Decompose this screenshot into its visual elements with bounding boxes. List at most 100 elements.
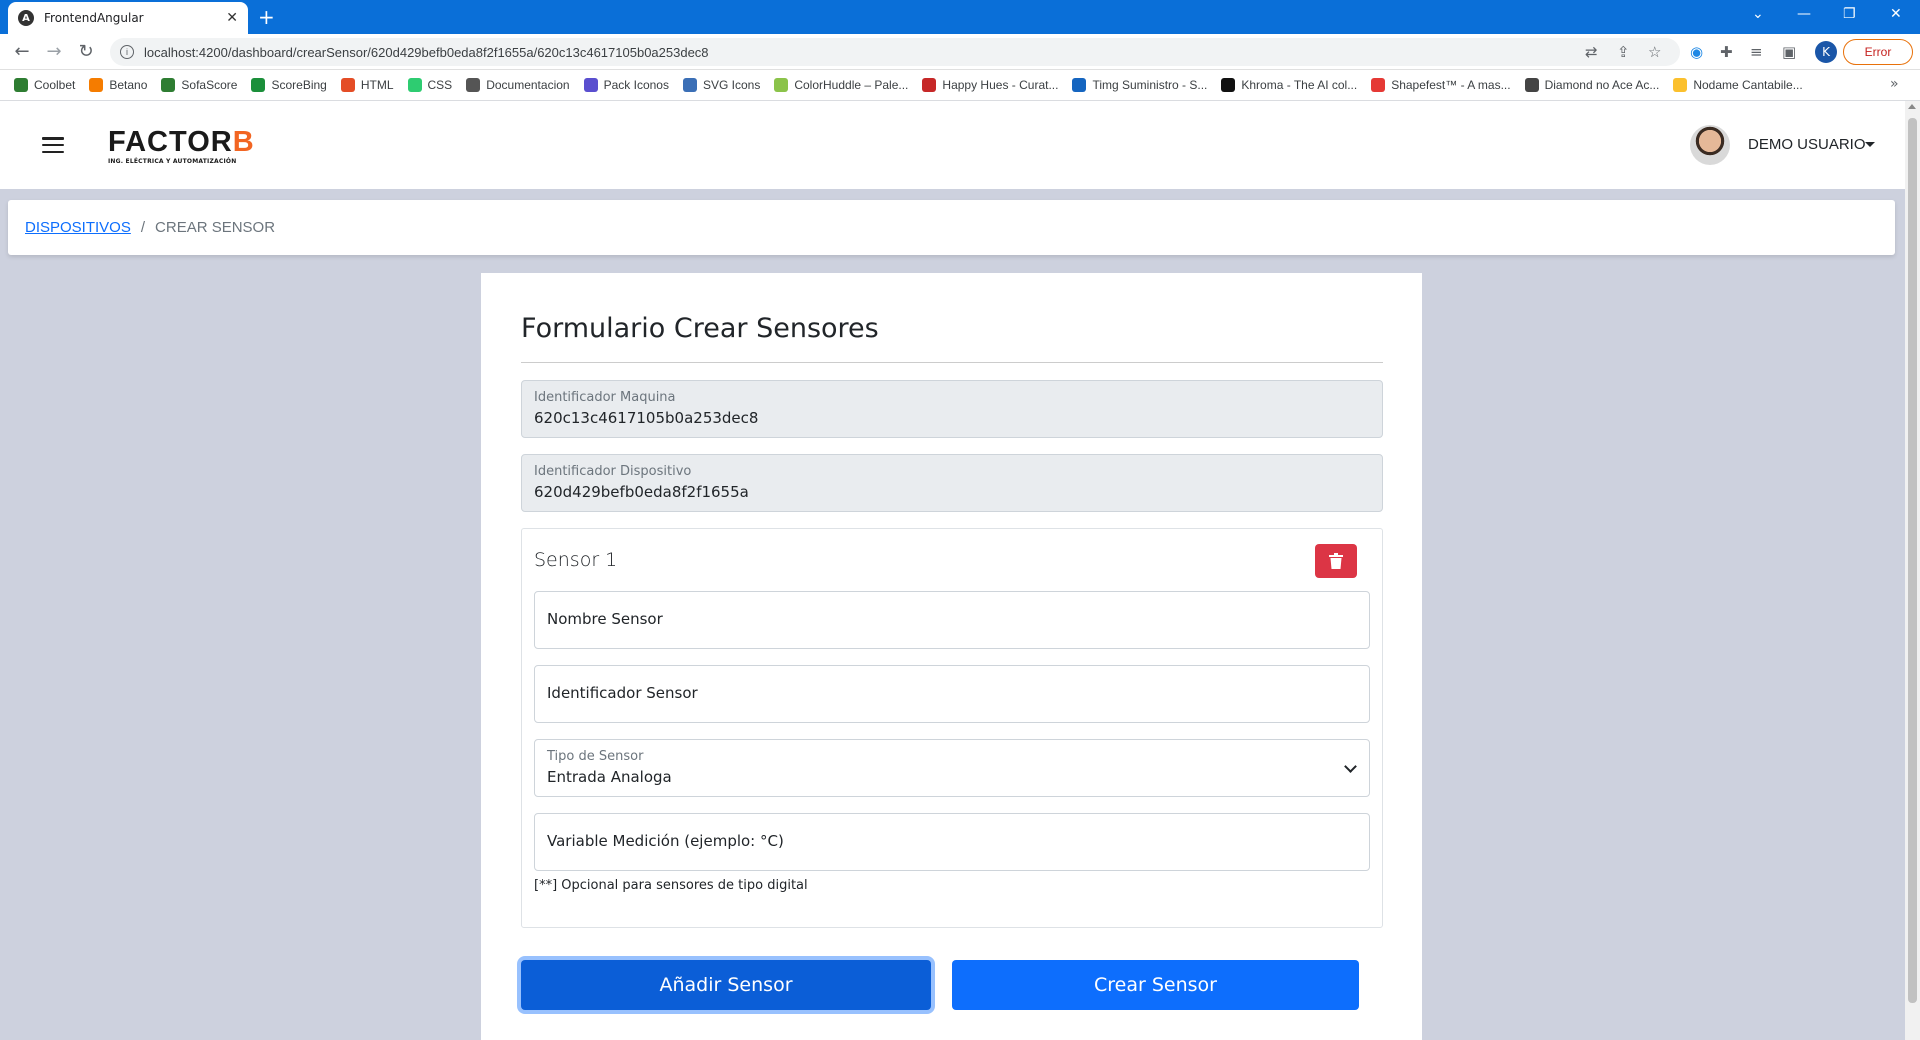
bookmark-label: Documentacion bbox=[486, 78, 570, 92]
bookmark-item[interactable]: Khroma - The AI col... bbox=[1221, 78, 1357, 92]
breadcrumb: DISPOSITIVOS / CREAR SENSOR bbox=[8, 200, 1895, 255]
bookmark-item[interactable]: HTML bbox=[340, 78, 394, 92]
delete-sensor-button[interactable] bbox=[1315, 544, 1357, 578]
translate-icon[interactable]: ⇄ bbox=[1585, 43, 1598, 61]
bookmark-label: Nodame Cantabile... bbox=[1693, 78, 1803, 92]
bookmark-item[interactable]: Pack Iconos bbox=[583, 78, 669, 92]
scrollbar-thumb[interactable] bbox=[1908, 118, 1917, 1003]
bookmark-label: Happy Hues - Curat... bbox=[942, 78, 1059, 92]
sensor-id-input[interactable]: Identificador Sensor bbox=[534, 665, 1370, 723]
bookmark-favicon-icon bbox=[774, 78, 789, 92]
bookmark-favicon-icon bbox=[583, 78, 598, 92]
tab-title: FrontendAngular bbox=[44, 11, 144, 25]
bookmark-label: Diamond no Ace Ac... bbox=[1544, 78, 1660, 92]
breadcrumb-separator: / bbox=[140, 219, 146, 236]
bookmark-label: HTML bbox=[360, 78, 394, 92]
user-avatar[interactable] bbox=[1690, 125, 1730, 165]
menu-icon[interactable] bbox=[42, 137, 64, 153]
bookmark-favicon-icon bbox=[89, 78, 104, 92]
device-id-value: 620d429befb0eda8f2f1655a bbox=[534, 483, 749, 501]
extension-icon[interactable]: ◉ bbox=[1690, 43, 1703, 61]
share-icon[interactable]: ⇪ bbox=[1617, 43, 1630, 61]
back-icon[interactable]: ← bbox=[10, 41, 34, 62]
bookmark-star-icon[interactable]: ☆ bbox=[1648, 43, 1661, 61]
bookmark-favicon-icon bbox=[1524, 78, 1539, 92]
bookmark-label: Khroma - The AI col... bbox=[1241, 78, 1358, 92]
browser-tab[interactable]: A FrontendAngular ✕ bbox=[8, 2, 248, 34]
sensor-group: Sensor 1 Nombre Sensor Identificador Sen… bbox=[521, 528, 1383, 928]
machine-id-value: 620c13c4617105b0a253dec8 bbox=[534, 409, 759, 427]
address-bar[interactable]: i localhost:4200/dashboard/crearSensor/6… bbox=[110, 38, 1680, 66]
sensor-type-value: Entrada Analoga bbox=[547, 768, 672, 786]
trash-icon bbox=[1329, 553, 1343, 569]
extensions-puzzle-icon[interactable]: ✚ bbox=[1720, 43, 1733, 61]
title-divider bbox=[521, 362, 1383, 363]
browser-toolbar: ← → ↻ i localhost:4200/dashboard/crearSe… bbox=[0, 34, 1920, 70]
close-tab-icon[interactable]: ✕ bbox=[226, 10, 238, 26]
bookmark-item[interactable]: SofaScore bbox=[161, 78, 237, 92]
sensor-name-input[interactable]: Nombre Sensor bbox=[534, 591, 1370, 649]
sensor-id-placeholder: Identificador Sensor bbox=[547, 684, 698, 702]
form-card: Formulario Crear Sensores Identificador … bbox=[481, 273, 1422, 1040]
app-header: FACTORB ING. ELÉCTRICA Y AUTOMATIZACIÓN … bbox=[0, 101, 1905, 189]
machine-id-field[interactable]: Identificador Maquina 620c13c4617105b0a2… bbox=[521, 380, 1383, 438]
forward-icon[interactable]: → bbox=[42, 41, 66, 62]
bookmark-favicon-icon bbox=[466, 78, 481, 92]
bookmark-item[interactable]: Timg Suministro - S... bbox=[1072, 78, 1207, 92]
bookmark-favicon-icon bbox=[161, 78, 176, 92]
bookmark-item[interactable]: SVG Icons bbox=[682, 78, 760, 92]
scroll-up-icon[interactable] bbox=[1908, 104, 1916, 109]
bookmark-favicon-icon bbox=[682, 78, 697, 92]
bookmark-label: SofaScore bbox=[181, 78, 238, 92]
site-info-icon[interactable]: i bbox=[120, 45, 134, 59]
breadcrumb-link-dispositivos[interactable]: DISPOSITIVOS bbox=[25, 219, 131, 236]
caret-down-icon[interactable] bbox=[1865, 142, 1875, 147]
form-title: Formulario Crear Sensores bbox=[521, 313, 879, 344]
close-window-icon[interactable]: ✕ bbox=[1890, 6, 1902, 22]
minimize-icon[interactable]: — bbox=[1797, 6, 1811, 22]
bookmark-item[interactable]: CSS bbox=[407, 78, 453, 92]
url-text: localhost:4200/dashboard/crearSensor/620… bbox=[144, 44, 709, 60]
reading-list-icon[interactable]: ≡ bbox=[1750, 43, 1763, 61]
bookmark-item[interactable]: ColorHuddle – Pale... bbox=[774, 78, 908, 92]
measurement-variable-input[interactable]: Variable Medición (ejemplo: °C) bbox=[534, 813, 1370, 871]
bookmark-label: CSS bbox=[427, 78, 453, 92]
bookmark-label: ColorHuddle – Pale... bbox=[794, 78, 909, 92]
bookmark-label: ScoreBing bbox=[271, 78, 327, 92]
add-sensor-button[interactable]: Añadir Sensor bbox=[521, 960, 931, 1010]
bookmark-item[interactable]: Coolbet bbox=[14, 78, 75, 92]
breadcrumb-current: CREAR SENSOR bbox=[155, 219, 276, 236]
new-tab-icon[interactable]: + bbox=[258, 5, 275, 29]
bookmark-item[interactable]: Nodame Cantabile... bbox=[1673, 78, 1803, 92]
side-panel-icon[interactable]: ▣ bbox=[1782, 43, 1796, 61]
reload-icon[interactable]: ↻ bbox=[74, 41, 98, 62]
device-id-label: Identificador Dispositivo bbox=[534, 464, 692, 479]
user-name[interactable]: DEMO USUARIO bbox=[1748, 136, 1866, 153]
sensor-type-select[interactable]: Tipo de Sensor Entrada Analoga bbox=[534, 739, 1370, 797]
bookmark-item[interactable]: Diamond no Ace Ac... bbox=[1524, 78, 1660, 92]
bookmark-item[interactable]: Shapefest™ - A mas... bbox=[1371, 78, 1511, 92]
bookmark-item[interactable]: Happy Hues - Curat... bbox=[922, 78, 1058, 92]
bookmark-favicon-icon bbox=[251, 78, 266, 92]
error-button[interactable]: Error bbox=[1843, 39, 1913, 65]
bookmark-item[interactable]: Documentacion bbox=[466, 78, 570, 92]
bookmark-favicon-icon bbox=[407, 78, 422, 92]
chevron-down-icon bbox=[1344, 760, 1357, 773]
restore-icon[interactable]: ❐ bbox=[1843, 6, 1856, 22]
bookmark-label: Timg Suministro - S... bbox=[1092, 78, 1208, 92]
profile-avatar[interactable]: K bbox=[1815, 41, 1837, 63]
bookmark-favicon-icon bbox=[922, 78, 937, 92]
tab-search-icon[interactable]: ⌄ bbox=[1752, 6, 1764, 22]
create-sensor-button[interactable]: Crear Sensor bbox=[952, 960, 1359, 1010]
bookmark-label: Shapefest™ - A mas... bbox=[1391, 78, 1511, 92]
bookmark-favicon-icon bbox=[1072, 78, 1087, 92]
more-bookmarks-icon[interactable]: » bbox=[1890, 76, 1899, 92]
bookmark-item[interactable]: Betano bbox=[89, 78, 147, 92]
bookmark-favicon-icon bbox=[1673, 78, 1688, 92]
bookmark-favicon-icon bbox=[14, 78, 28, 92]
company-logo: FACTORB ING. ELÉCTRICA Y AUTOMATIZACIÓN bbox=[108, 126, 255, 165]
device-id-field[interactable]: Identificador Dispositivo 620d429befb0ed… bbox=[521, 454, 1383, 512]
machine-id-label: Identificador Maquina bbox=[534, 390, 676, 405]
bookmark-label: Pack Iconos bbox=[603, 78, 669, 92]
bookmark-item[interactable]: ScoreBing bbox=[251, 78, 327, 92]
